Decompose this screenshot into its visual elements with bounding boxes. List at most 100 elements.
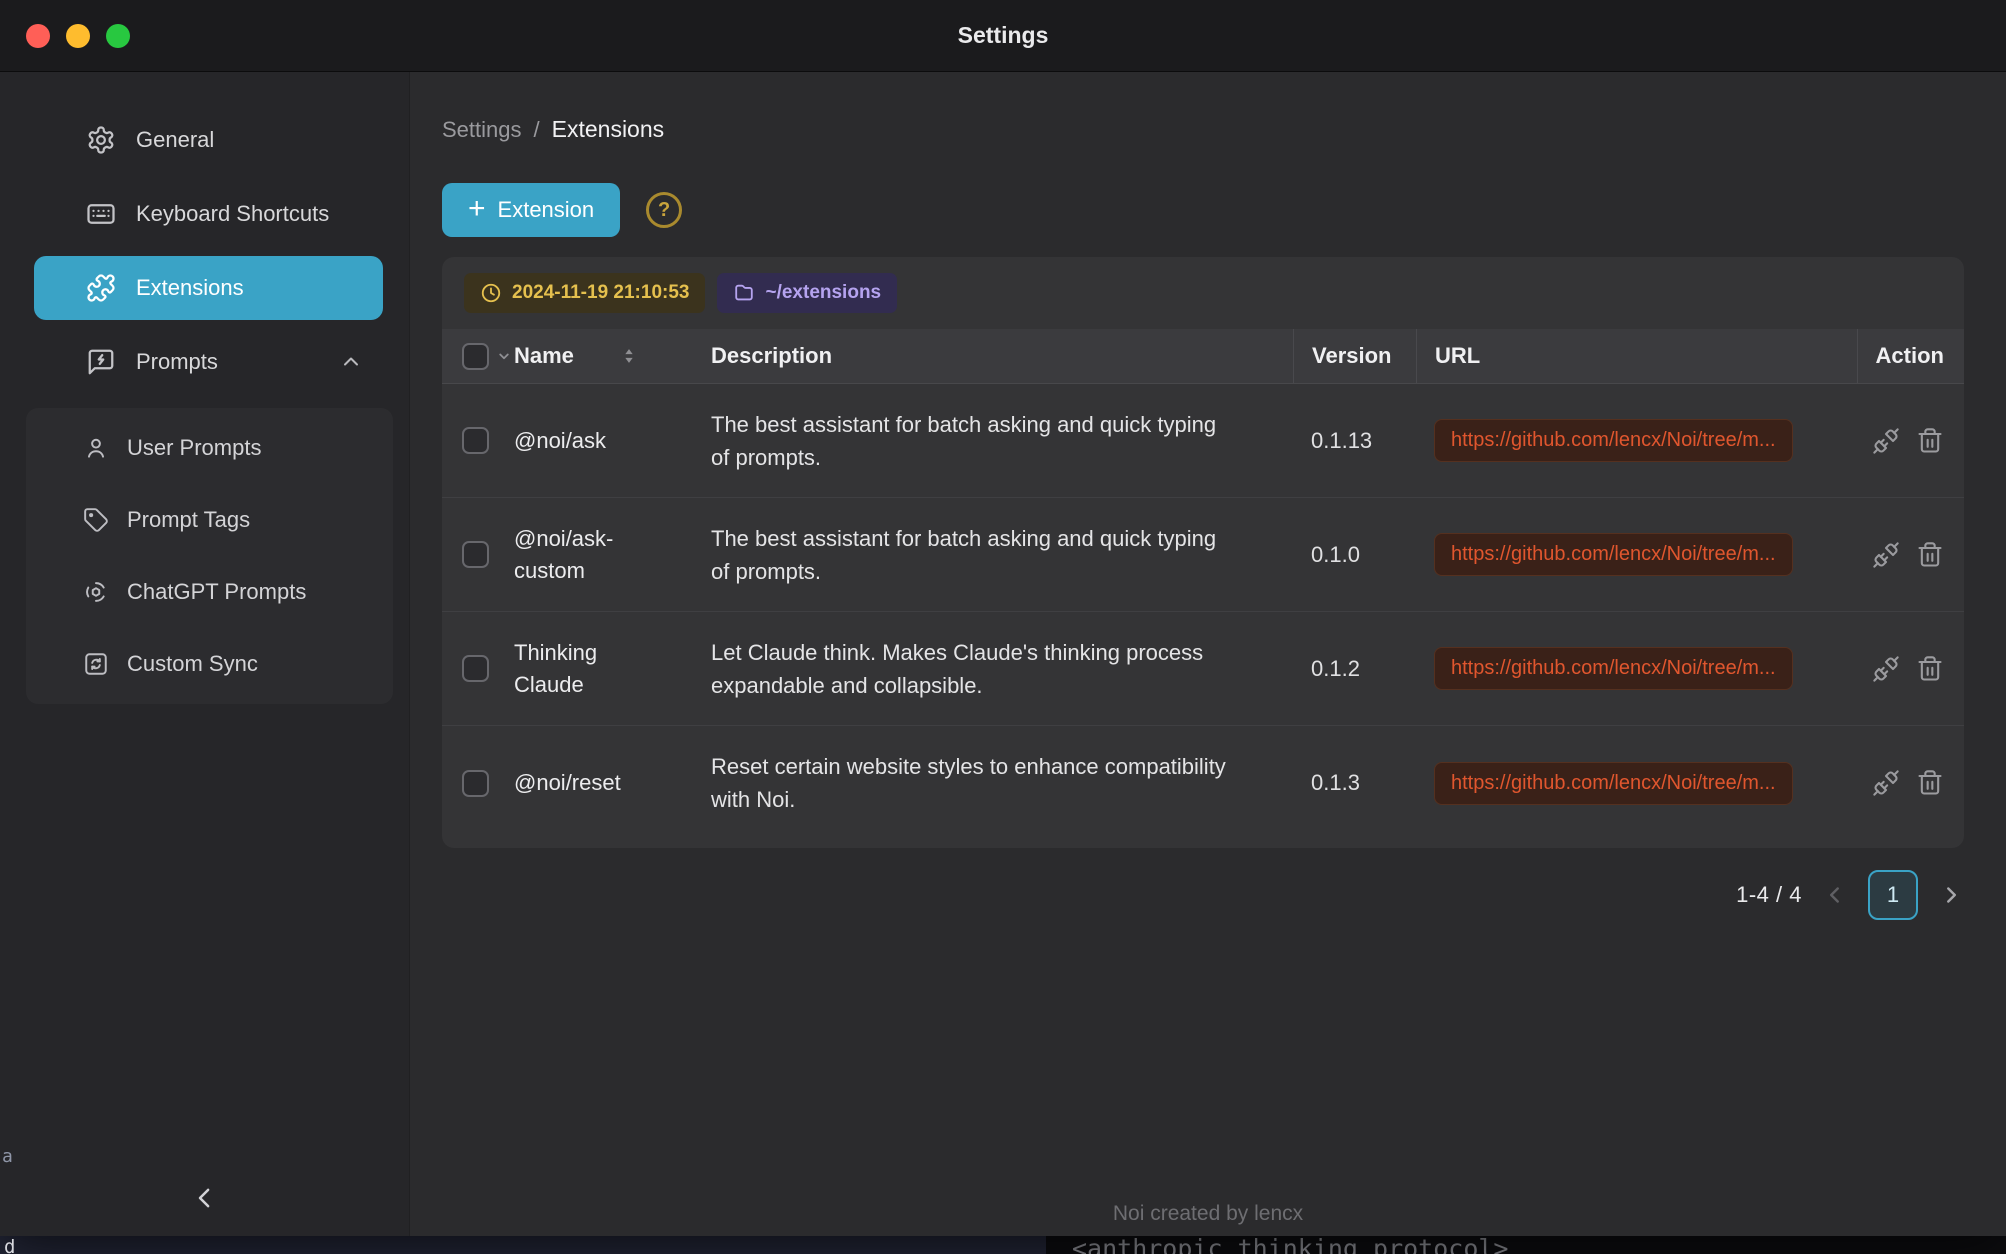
extension-description: Let Claude think. Makes Claude's thinkin…	[711, 636, 1233, 702]
row-checkbox[interactable]	[462, 655, 489, 682]
prompts-subgroup: User Prompts Prompt Tags ChatGPT Prompts	[26, 408, 393, 704]
folder-path: ~/extensions	[765, 282, 881, 304]
row-checkbox[interactable]	[462, 770, 489, 797]
sidebar-item-user-prompts[interactable]: User Prompts	[26, 412, 393, 484]
footer-credit: Noi created by lencx	[410, 1202, 2006, 1226]
screen: <anthropic_thinking_protocol> a d Settin…	[0, 0, 2006, 1254]
extension-url-link[interactable]: https://github.com/lencx/Noi/tree/m...	[1434, 647, 1793, 690]
sidebar-item-label: General	[136, 127, 214, 153]
column-header-version: Version	[1293, 329, 1416, 383]
sidebar-item-custom-sync[interactable]: Custom Sync	[26, 628, 393, 700]
unplug-icon[interactable]	[1872, 769, 1900, 797]
add-extension-button[interactable]: + Extension	[442, 183, 620, 237]
trash-icon[interactable]	[1916, 541, 1944, 569]
extension-name: Thinking Claude	[514, 637, 666, 701]
breadcrumb-settings[interactable]: Settings	[442, 117, 522, 143]
titlebar: Settings	[0, 0, 2006, 72]
unplug-icon[interactable]	[1872, 427, 1900, 455]
clock-icon	[480, 282, 502, 304]
sidebar-item-extensions[interactable]: Extensions	[34, 256, 383, 320]
table-row: @noi/ask The best assistant for batch as…	[442, 384, 1964, 498]
extensions-folder-chip[interactable]: ~/extensions	[717, 273, 897, 313]
pagination-page-button[interactable]: 1	[1868, 870, 1918, 920]
help-label: ?	[658, 199, 670, 222]
sidebar-item-general[interactable]: General	[34, 108, 383, 172]
unplug-icon[interactable]	[1872, 655, 1900, 683]
edge-text-fragment: d	[4, 1236, 15, 1254]
extension-url-link[interactable]: https://github.com/lencx/Noi/tree/m...	[1434, 762, 1793, 805]
add-extension-label: Extension	[498, 197, 595, 223]
settings-window: Settings General Keyboard Shortcuts	[0, 0, 2006, 1236]
window-title: Settings	[958, 22, 1049, 49]
extension-version: 0.1.0	[1311, 542, 1360, 568]
openai-icon	[83, 579, 109, 605]
puzzle-icon	[86, 273, 116, 303]
extensions-panel: 2024-11-19 21:10:53 ~/extensions	[442, 257, 1964, 848]
row-checkbox[interactable]	[462, 541, 489, 568]
timestamp-chip: 2024-11-19 21:10:53	[464, 273, 705, 313]
column-label: Version	[1312, 343, 1391, 369]
sidebar-item-label: Prompt Tags	[127, 507, 250, 533]
sort-icon[interactable]	[618, 345, 640, 367]
main-area: General Keyboard Shortcuts Extensions	[0, 72, 2006, 1236]
extension-version: 0.1.3	[1311, 770, 1360, 796]
sidebar-item-prompt-tags[interactable]: Prompt Tags	[26, 484, 393, 556]
row-checkbox[interactable]	[462, 427, 489, 454]
chevron-left-icon	[190, 1183, 220, 1213]
sidebar-item-label: Keyboard Shortcuts	[136, 201, 329, 227]
chevron-up-icon[interactable]	[339, 350, 363, 374]
extension-url-link[interactable]: https://github.com/lencx/Noi/tree/m...	[1434, 533, 1793, 576]
pagination: 1-4 / 4 1	[442, 870, 1964, 920]
sidebar-item-prompts[interactable]: Prompts	[34, 330, 383, 394]
sidebar-item-label: Prompts	[136, 349, 218, 375]
trash-icon[interactable]	[1916, 655, 1944, 683]
close-button[interactable]	[26, 24, 50, 48]
breadcrumb: Settings / Extensions	[442, 116, 1964, 143]
table-row: @noi/reset Reset certain website styles …	[442, 726, 1964, 840]
sidebar-item-label: ChatGPT Prompts	[127, 579, 306, 605]
zoom-button[interactable]	[106, 24, 130, 48]
sync-box-icon	[83, 651, 109, 677]
trash-icon[interactable]	[1916, 427, 1944, 455]
tag-icon	[83, 507, 109, 533]
extension-url-link[interactable]: https://github.com/lencx/Noi/tree/m...	[1434, 419, 1793, 462]
gear-icon	[86, 125, 116, 155]
sidebar-collapse-button[interactable]	[177, 1176, 233, 1220]
background-protocol-text: <anthropic_thinking_protocol>	[1072, 1234, 1509, 1254]
pagination-next-button[interactable]	[1938, 882, 1964, 908]
plus-icon: +	[468, 194, 486, 224]
traffic-lights	[26, 24, 130, 48]
column-header-description: Description	[711, 343, 1293, 369]
folder-icon	[733, 282, 755, 304]
prompts-chat-icon	[86, 347, 116, 377]
extension-version: 0.1.2	[1311, 656, 1360, 682]
column-header-action: Action	[1857, 329, 1964, 383]
user-icon	[83, 435, 109, 461]
table-row: Thinking Claude Let Claude think. Makes …	[442, 612, 1964, 726]
extension-name: @noi/ask-custom	[514, 523, 666, 587]
pagination-prev-button[interactable]	[1822, 882, 1848, 908]
column-header-name[interactable]: Name	[514, 343, 711, 369]
toolbar: + Extension ?	[442, 183, 1964, 237]
settings-content: Settings / Extensions + Extension ?	[410, 72, 2006, 1236]
table-header: Name Description Version URL	[442, 329, 1964, 384]
sidebar-item-keyboard-shortcuts[interactable]: Keyboard Shortcuts	[34, 182, 383, 246]
sidebar-item-chatgpt-prompts[interactable]: ChatGPT Prompts	[26, 556, 393, 628]
extension-name: @noi/ask	[514, 425, 606, 457]
trash-icon[interactable]	[1916, 769, 1944, 797]
sidebar-item-label: Extensions	[136, 275, 244, 301]
select-all-checkbox[interactable]	[462, 343, 489, 370]
chevron-down-icon[interactable]	[495, 347, 513, 365]
column-label: Description	[711, 343, 832, 369]
help-button[interactable]: ?	[646, 192, 682, 228]
minimize-button[interactable]	[66, 24, 90, 48]
column-label: URL	[1435, 343, 1480, 369]
sidebar-item-label: User Prompts	[127, 435, 261, 461]
extension-description: The best assistant for batch asking and …	[711, 408, 1233, 474]
timestamp-value: 2024-11-19 21:10:53	[512, 282, 689, 304]
sidebar: General Keyboard Shortcuts Extensions	[0, 72, 410, 1236]
extension-version: 0.1.13	[1311, 428, 1372, 454]
unplug-icon[interactable]	[1872, 541, 1900, 569]
keyboard-icon	[86, 199, 116, 229]
table-row: @noi/ask-custom The best assistant for b…	[442, 498, 1964, 612]
